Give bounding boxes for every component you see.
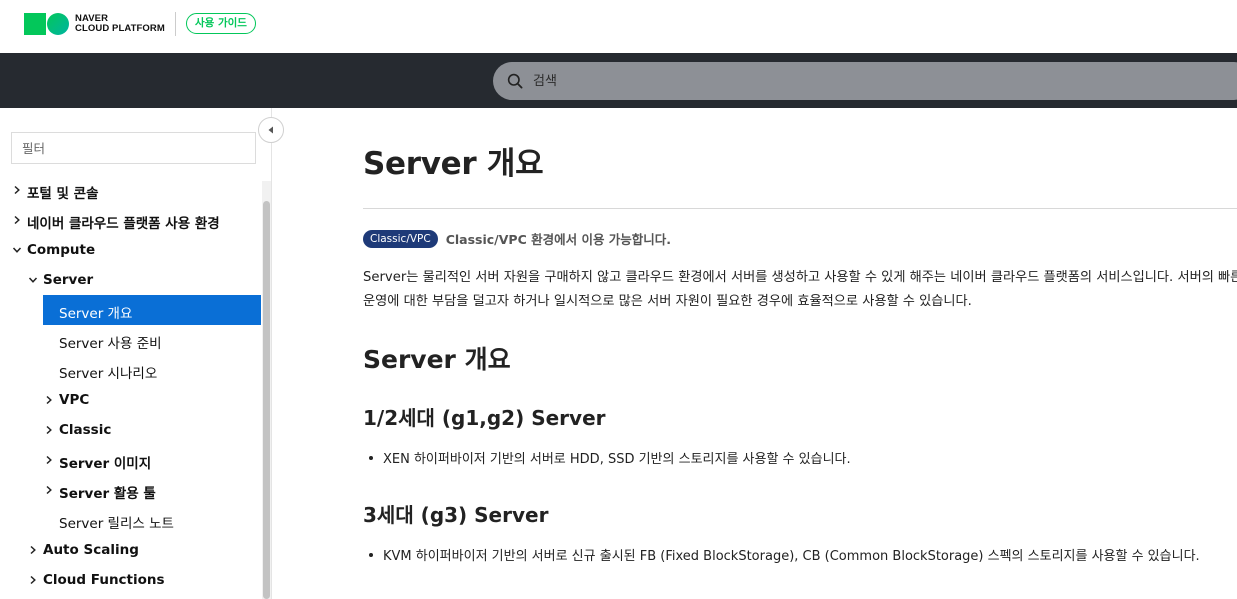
chevron-down-icon [28, 277, 38, 283]
sidebar-item-label: Auto Scaling [43, 542, 139, 558]
sidebar-item-label: Server [43, 272, 94, 288]
intro-paragraph: Server는 물리적인 서버 자원을 구매하지 않고 클라우드 환경에서 서버… [363, 266, 1237, 314]
sidebar-item-label: Server 이미지 [59, 456, 152, 472]
chevron-right-icon [14, 185, 20, 195]
sidebar-item[interactable]: 네이버 클라우드 플랫폼 사용 환경 [0, 205, 262, 235]
sidebar-item[interactable]: VPC [0, 385, 262, 415]
environment-row: Classic/VPC Classic/VPC 환경에서 이용 가능합니다. [363, 229, 671, 248]
sidebar-item-label: Server 사용 준비 [59, 336, 162, 352]
gen12-bullet: XEN 하이퍼바이저 기반의 서버로 HDD, SSD 기반의 스토리지를 사용… [369, 448, 851, 467]
sidebar-item[interactable]: Server 사용 준비 [0, 325, 262, 355]
sidebar-item[interactable]: Server 활용 툴 [0, 475, 262, 505]
sidebar-item[interactable]: Server 시나리오 [0, 355, 262, 385]
sidebar-item[interactable]: Server 개요 [43, 295, 261, 325]
sidebar-item-label: Server 활용 툴 [59, 486, 156, 502]
intro-line-1: Server는 물리적인 서버 자원을 구매하지 않고 클라우드 환경에서 서버… [363, 270, 1237, 285]
sidebar-item[interactable]: Cloud Functions [0, 565, 262, 595]
sidebar: 포털 및 콘솔네이버 클라우드 플랫폼 사용 환경 Compute Server Se… [0, 108, 284, 599]
gen12-bullet-text: XEN 하이퍼바이저 기반의 서버로 HDD, SSD 기반의 스토리지를 사용… [383, 452, 851, 467]
bullet-dot [369, 552, 373, 557]
sidebar-item-label: 포털 및 콘솔 [27, 186, 99, 202]
chevron-left-icon [268, 126, 273, 134]
intro-line-2: 운영에 대한 부담을 덜고자 하거나 일시적으로 많은 서버 자원이 필요한 경… [363, 294, 972, 309]
sidebar-item-label: Server 개요 [59, 306, 133, 322]
chevron-right-icon [46, 455, 52, 465]
user-guide-link[interactable]: 사용 가이드 [186, 13, 256, 34]
gen3-bullet-text: KVM 하이퍼바이저 기반의 서버로 신규 출시된 FB (Fixed Bloc… [383, 549, 1200, 564]
sidebar-item[interactable]: Auto Scaling [0, 535, 262, 565]
sidebar-nav: 포털 및 콘솔네이버 클라우드 플랫폼 사용 환경 Compute Server Se… [0, 175, 262, 595]
chevron-right-icon [46, 395, 52, 405]
sidebar-scrollbar-thumb[interactable] [263, 201, 270, 599]
chevron-right-icon [14, 215, 20, 225]
sidebar-item-label: Compute [27, 242, 96, 258]
chevron-right-icon [46, 425, 52, 435]
search-box[interactable] [493, 62, 1237, 100]
sidebar-item-label: VPC [59, 392, 90, 408]
main-content: Server 개요 Classic/VPC Classic/VPC 환경에서 이… [273, 108, 1237, 599]
logo-text: NAVER CLOUD PLATFORM [75, 14, 165, 34]
chevron-down-icon [12, 247, 22, 253]
gen3-heading: 3세대 (g3) Server [363, 503, 549, 527]
section-heading: Server 개요 [363, 345, 511, 374]
sidebar-item-label: 네이버 클라우드 플랫폼 사용 환경 [27, 216, 220, 232]
logo-mark-icon [24, 13, 70, 35]
chevron-right-icon [30, 545, 36, 555]
collapse-sidebar-button[interactable] [258, 117, 284, 143]
logo-line-2: CLOUD PLATFORM [75, 23, 165, 34]
page-title: Server 개요 [363, 146, 544, 182]
sidebar-item[interactable]: Server [0, 265, 262, 295]
sidebar-item[interactable]: 포털 및 콘솔 [0, 175, 262, 205]
sidebar-item[interactable]: Classic [0, 415, 262, 445]
title-divider [363, 208, 1237, 209]
naver-cloud-logo[interactable]: NAVER CLOUD PLATFORM [24, 13, 165, 35]
environment-badge: Classic/VPC [363, 229, 438, 248]
sidebar-item[interactable]: Server 릴리스 노트 [0, 505, 262, 535]
sidebar-item-label: Classic [59, 422, 112, 438]
gen3-bullet: KVM 하이퍼바이저 기반의 서버로 신규 출시된 FB (Fixed Bloc… [369, 545, 1200, 564]
bullet-dot [369, 455, 373, 460]
filter-input[interactable] [11, 132, 256, 164]
gen12-heading: 1/2세대 (g1,g2) Server [363, 406, 606, 430]
search-input[interactable] [533, 62, 1133, 100]
top-header: NAVER CLOUD PLATFORM 사용 가이드 [0, 0, 1237, 53]
environment-text: Classic/VPC 환경에서 이용 가능합니다. [445, 232, 672, 247]
sidebar-item-label: Server 시나리오 [59, 366, 158, 382]
search-icon [507, 73, 523, 89]
sidebar-item[interactable]: Compute [0, 235, 262, 265]
sidebar-item[interactable]: Server 이미지 [0, 445, 262, 475]
chevron-right-icon [30, 575, 36, 585]
chevron-right-icon [46, 485, 52, 495]
header-divider [175, 12, 176, 36]
sidebar-item-label: Cloud Functions [43, 572, 165, 588]
sidebar-item-label: Server 릴리스 노트 [59, 516, 174, 532]
